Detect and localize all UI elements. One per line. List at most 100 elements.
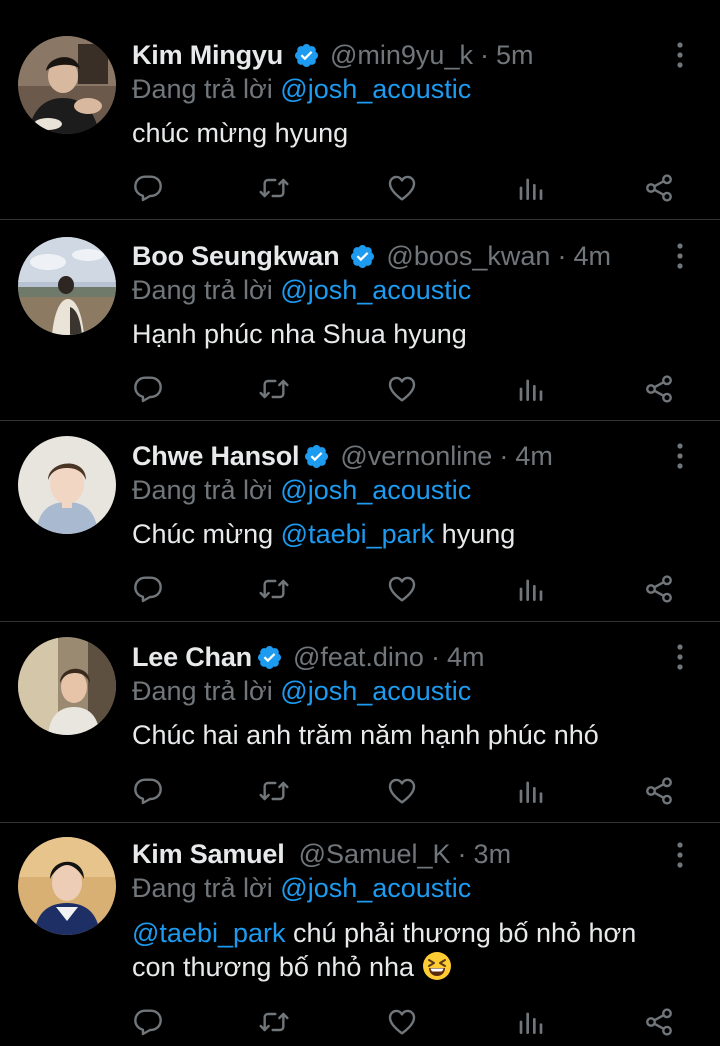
display-name[interactable]: Chwe Hansol [132,441,300,472]
heart-icon[interactable] [386,172,418,204]
username-handle[interactable]: @min9yu_k [330,40,473,71]
reply-icon[interactable] [132,373,164,405]
mention-link[interactable]: @taebi_park [132,918,286,948]
tweet-text-line-1: @taebi_park chú phải thương bố nhỏ hơn [132,916,636,950]
tweet-header: Chwe Hansol @vernonline · 4m [132,436,553,476]
more-vertical-icon[interactable] [668,241,692,271]
username-handle[interactable]: @Samuel_K [299,839,451,870]
views-bar-chart-icon[interactable] [515,573,547,605]
share-icon[interactable] [643,172,675,204]
reply-tweet[interactable]: Lee Chan @feat.dino · 4m Đang trả lời @j… [0,622,720,823]
views-bar-chart-icon[interactable] [515,172,547,204]
tweet-text-end: hyung [441,519,516,549]
share-icon[interactable] [643,573,675,605]
replying-to-line: Đang trả lời @josh_acoustic [132,275,471,306]
heart-icon[interactable] [386,373,418,405]
reply-icon[interactable] [132,1006,164,1038]
replying-to-label: Đang trả lời [132,873,273,903]
tweet-header: Boo Seungkwan @boos_kwan · 4m [132,236,611,276]
replying-to-line: Đang trả lời @josh_acoustic [132,873,471,904]
more-vertical-icon[interactable] [668,441,692,471]
heart-icon[interactable] [386,573,418,605]
reply-feed: Kim Mingyu @min9yu_k · 5m Đang trả lời @… [0,0,720,1046]
reply-to-mention-link[interactable]: @josh_acoustic [280,873,471,903]
grinning-squinting-face-emoji-icon [422,951,452,981]
reply-tweet[interactable]: Chwe Hansol @vernonline · 4m Đang trả lờ… [0,421,720,622]
tweet-header: Lee Chan @feat.dino · 4m [132,637,484,677]
username-handle[interactable]: @vernonline [340,441,492,472]
tweet-text: chúc mừng hyung [132,118,349,148]
reply-to-mention-link[interactable]: @josh_acoustic [280,676,471,706]
tweet-text: @taebi_park chú phải thương bố nhỏ hơn c… [132,916,636,984]
replying-to-label: Đang trả lời [132,475,273,505]
tweet-text-start: Chúc mừng [132,519,274,549]
timestamp[interactable]: 4m [515,441,553,472]
tweet-text: Chúc mừng @taebi_park hyung [132,517,515,551]
replying-to-label: Đang trả lời [132,676,273,706]
avatar[interactable] [18,637,116,735]
reply-to-mention-link[interactable]: @josh_acoustic [280,74,471,104]
replying-to-line: Đang trả lời @josh_acoustic [132,676,471,707]
separator-dot: · [457,838,467,869]
username-handle[interactable]: @boos_kwan [386,241,550,272]
tweet-header: Kim Mingyu @min9yu_k · 5m [132,35,533,75]
timestamp[interactable]: 5m [496,40,534,71]
tweet-text: Hạnh phúc nha Shua hyung [132,319,467,349]
replying-to-line: Đang trả lời @josh_acoustic [132,475,471,506]
retweet-icon[interactable] [258,775,290,807]
action-bar [132,775,677,807]
verified-badge-icon [256,644,283,671]
reply-icon[interactable] [132,172,164,204]
separator-dot: · [479,39,489,70]
tweet-text: Chúc hai anh trăm năm hạnh phúc nhó [132,720,599,750]
retweet-icon[interactable] [258,373,290,405]
replying-to-label: Đang trả lời [132,74,273,104]
reply-icon[interactable] [132,775,164,807]
retweet-icon[interactable] [258,172,290,204]
separator-dot: · [557,240,567,271]
avatar[interactable] [18,837,116,935]
avatar[interactable] [18,36,116,134]
display-name[interactable]: Kim Mingyu [132,40,283,71]
tweet-text-line-1-rest: chú phải thương bố nhỏ hơn [293,918,637,948]
tweet-header: Kim Samuel @Samuel_K · 3m [132,834,511,874]
share-icon[interactable] [643,775,675,807]
reply-tweet[interactable]: Kim Mingyu @min9yu_k · 5m Đang trả lời @… [0,0,720,220]
reply-icon[interactable] [132,573,164,605]
reply-tweet[interactable]: Kim Samuel @Samuel_K · 3m Đang trả lời @… [0,823,720,1046]
more-vertical-icon[interactable] [668,840,692,870]
separator-dot: · [430,641,440,672]
heart-icon[interactable] [386,1006,418,1038]
display-name[interactable]: Boo Seungkwan [132,241,340,272]
verified-badge-icon [293,42,320,69]
verified-badge-icon [303,443,330,470]
verified-badge-icon [349,243,376,270]
replying-to-line: Đang trả lời @josh_acoustic [132,74,471,105]
share-icon[interactable] [643,373,675,405]
display-name[interactable]: Lee Chan [132,642,252,673]
action-bar [132,1006,677,1038]
username-handle[interactable]: @feat.dino [293,642,424,673]
views-bar-chart-icon[interactable] [515,775,547,807]
reply-to-mention-link[interactable]: @josh_acoustic [280,475,471,505]
reply-tweet[interactable]: Boo Seungkwan @boos_kwan · 4m Đang trả l… [0,220,720,421]
reply-to-mention-link[interactable]: @josh_acoustic [280,275,471,305]
heart-icon[interactable] [386,775,418,807]
views-bar-chart-icon[interactable] [515,1006,547,1038]
more-vertical-icon[interactable] [668,40,692,70]
timestamp[interactable]: 4m [573,241,611,272]
avatar[interactable] [18,237,116,335]
separator-dot: · [499,440,509,471]
more-vertical-icon[interactable] [668,642,692,672]
display-name[interactable]: Kim Samuel [132,839,285,870]
avatar[interactable] [18,436,116,534]
retweet-icon[interactable] [258,1006,290,1038]
mention-link[interactable]: @taebi_park [281,519,435,549]
views-bar-chart-icon[interactable] [515,373,547,405]
retweet-icon[interactable] [258,573,290,605]
action-bar [132,172,677,204]
timestamp[interactable]: 3m [474,839,512,870]
tweet-text-line-2: con thương bố nhỏ nha [132,950,636,984]
timestamp[interactable]: 4m [447,642,485,673]
share-icon[interactable] [643,1006,675,1038]
